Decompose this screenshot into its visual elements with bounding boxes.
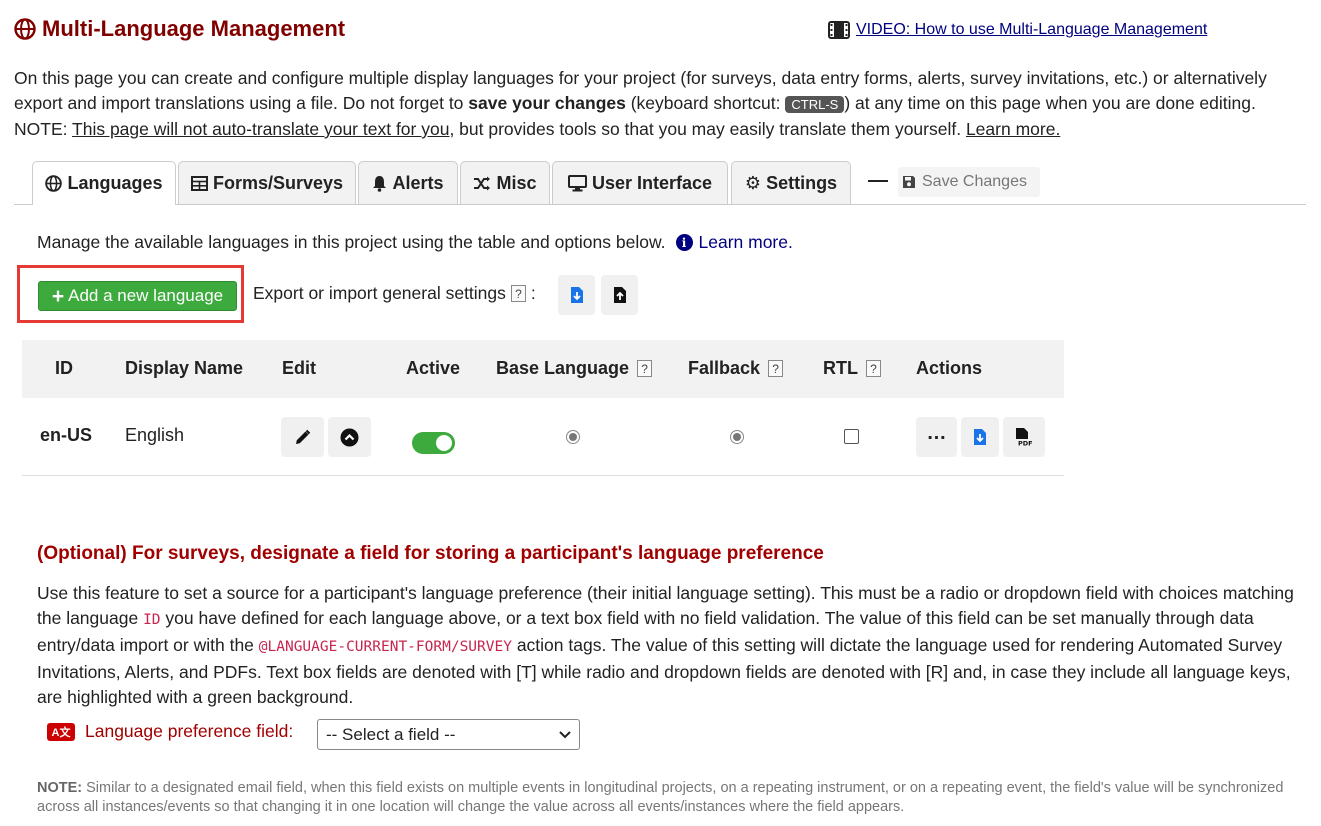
video-link-container: VIDEO: How to use Multi-Language Managem… (828, 21, 1207, 39)
tab-misc[interactable]: Misc (460, 161, 550, 204)
column-header-edit: Edit (282, 358, 316, 378)
active-toggle[interactable] (412, 432, 455, 454)
column-header-rtl: RTL? (823, 358, 881, 379)
ellipsis-icon: … (926, 422, 947, 444)
help-icon[interactable]: ? (768, 360, 784, 377)
tab-languages[interactable]: Languages (32, 161, 176, 205)
plus-icon: + (51, 284, 65, 308)
save-changes-label: Save Changes (922, 173, 1027, 190)
tab-label: Languages (67, 173, 163, 193)
select-value: -- Select a field -- (326, 724, 456, 744)
export-import-label: Export or import general settings (253, 283, 506, 303)
manage-languages-text: Manage the available languages in this p… (37, 232, 793, 253)
language-preference-select[interactable]: -- Select a field -- (317, 719, 580, 750)
fallback-radio[interactable] (730, 430, 744, 444)
language-preference-heading: (Optional) For surveys, designate a fiel… (37, 543, 824, 564)
chevron-up-circle-icon (340, 428, 359, 446)
edit-language-button[interactable] (281, 417, 324, 457)
column-header-actions: Actions (916, 358, 983, 378)
video-link[interactable]: VIDEO: How to use Multi-Language Managem… (856, 21, 1207, 39)
shortcut-badge: CTRL-S (785, 96, 845, 113)
info-icon: i (675, 234, 693, 251)
film-icon (828, 21, 850, 39)
intro-paragraph: On this page you can create and configur… (14, 66, 1304, 142)
translate-icon: A文 (47, 722, 75, 741)
learn-more-label: Learn more. (698, 232, 793, 252)
add-language-button[interactable]: + Add a new language (38, 281, 237, 311)
chevron-down-icon (559, 730, 571, 738)
tab-label: Alerts (392, 172, 444, 193)
shuffle-icon (474, 176, 491, 190)
code-snippet: ID (143, 612, 161, 628)
file-export-icon (570, 287, 583, 303)
code-snippet: @LANGUAGE-CURRENT-FORM/SURVEY (258, 639, 512, 655)
tab-label: User Interface (591, 172, 713, 193)
tab-alerts[interactable]: Alerts (358, 161, 458, 204)
help-icon[interactable]: ? (510, 285, 526, 302)
globe-icon (14, 18, 36, 40)
export-language-button[interactable] (961, 417, 999, 457)
export-import-settings: Export or import general settings ? : (253, 283, 536, 304)
globe-icon (45, 175, 63, 192)
tab-settings[interactable]: ⚙ Settings (731, 161, 851, 204)
svg-text:PDF: PDF (1018, 440, 1033, 448)
note-body: Similar to a designated email field, whe… (37, 780, 1284, 815)
column-header-fallback: Fallback? (688, 358, 784, 379)
tab-label: Settings (766, 172, 838, 193)
column-header-active: Active (406, 358, 461, 378)
file-export-icon (974, 429, 986, 445)
export-colon: : (530, 283, 536, 303)
file-pdf-icon: PDF (1016, 428, 1033, 448)
tab-bar-line (14, 204, 1306, 205)
save-changes-button[interactable]: Save Changes (898, 167, 1040, 197)
manage-learn-more-link[interactable]: i Learn more. (675, 232, 793, 253)
add-language-label: Add a new language (68, 286, 224, 305)
tab-label: Misc (496, 172, 537, 193)
rtl-checkbox[interactable] (844, 429, 859, 444)
help-icon[interactable]: ? (637, 360, 653, 377)
intro-learn-more-link[interactable]: Learn more. (966, 119, 1060, 139)
intro-underline: This page will not auto-translate your t… (72, 119, 450, 139)
manage-description: Manage the available languages in this p… (37, 232, 666, 252)
intro-text: , but provides tools so that you may eas… (449, 119, 966, 139)
bell-icon (373, 175, 387, 192)
intro-bold: save your changes (468, 93, 626, 113)
pdf-language-button[interactable]: PDF (1003, 417, 1045, 457)
import-settings-button[interactable] (601, 275, 638, 315)
pencil-icon (296, 429, 311, 444)
intro-text: (keyboard shortcut: (625, 93, 786, 113)
note-label: NOTE: (37, 780, 83, 796)
file-import-icon (613, 287, 626, 303)
export-settings-button[interactable] (558, 275, 595, 315)
base-language-radio[interactable] (566, 430, 580, 444)
language-preference-field-label: A文 Language preference field: (47, 721, 293, 742)
display-name-cell: English (125, 425, 185, 445)
tab-forms-surveys[interactable]: Forms/Surveys (178, 161, 356, 204)
separator-dash (868, 180, 888, 182)
tab-label: Forms/Surveys (212, 172, 344, 193)
pref-label-text: Language preference field: (85, 721, 294, 741)
monitor-icon (567, 174, 587, 191)
table-row-divider (22, 475, 1064, 476)
page-title: Multi-Language Management (14, 16, 345, 42)
language-preference-description: Use this feature to set a source for a p… (37, 581, 1302, 710)
page-title-text: Multi-Language Management (42, 16, 346, 41)
tab-user-interface[interactable]: User Interface (552, 161, 728, 204)
column-header-display-name: Display Name (125, 358, 244, 378)
floppy-disk-icon (903, 176, 915, 188)
gear-icon: ⚙ (744, 173, 762, 193)
language-id-cell: en-US (40, 425, 93, 445)
more-actions-button[interactable]: … (916, 417, 957, 457)
table-icon (190, 175, 208, 191)
column-header-id: ID (55, 358, 73, 378)
collapse-language-button[interactable] (328, 417, 371, 457)
help-icon[interactable]: ? (866, 360, 881, 377)
column-header-base-language: Base Language? (496, 358, 653, 379)
note-text: NOTE: Similar to a designated email fiel… (37, 779, 1302, 817)
